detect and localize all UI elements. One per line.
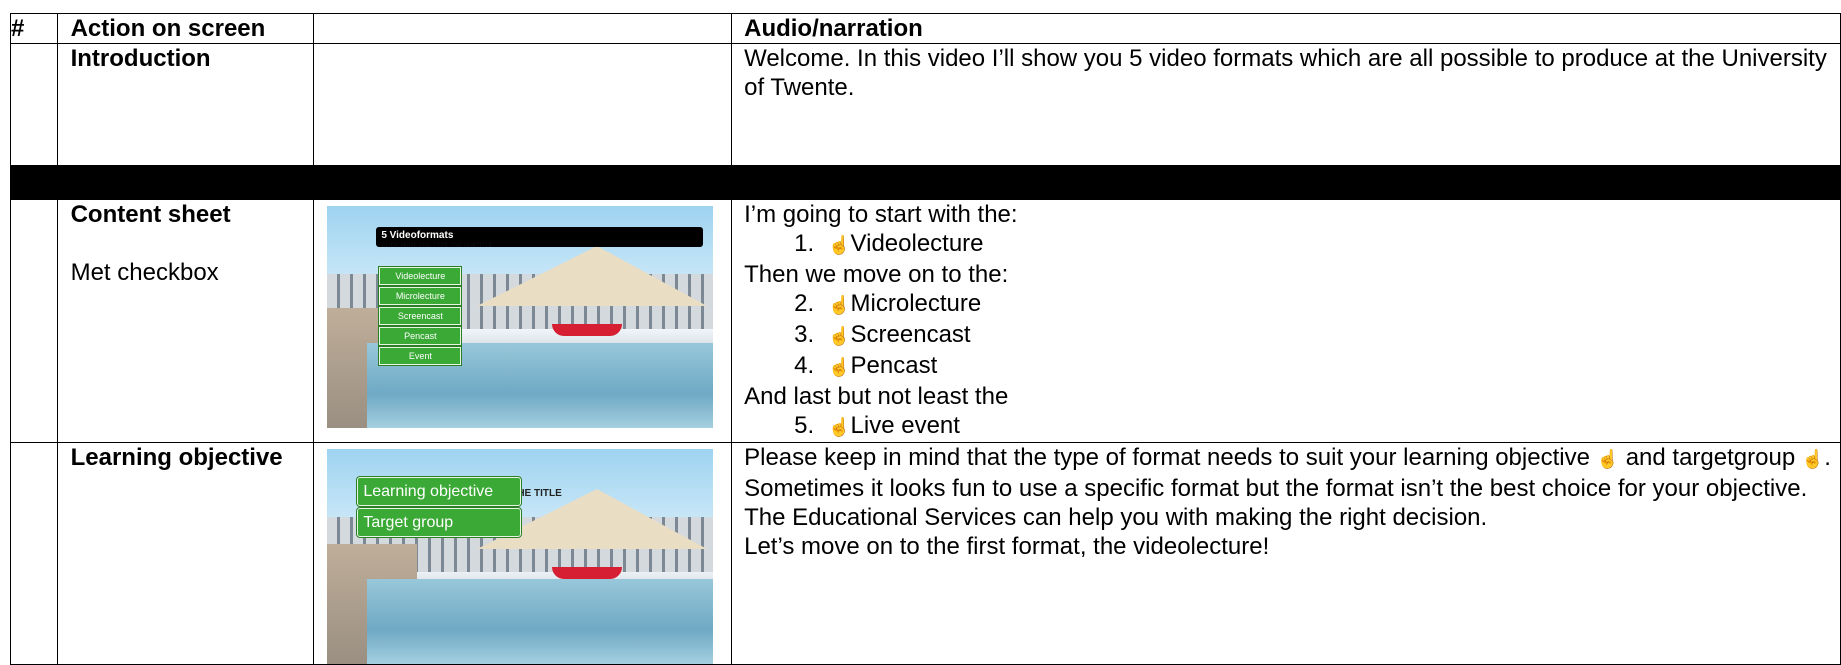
pointer-icon: ☝ <box>1596 449 1620 469</box>
visual-cell: HE TITLE Learning objective Target group <box>313 442 733 665</box>
pointer-icon: ☝ <box>828 326 851 346</box>
pointer-icon: ☝ <box>828 235 851 255</box>
audio-paragraph: Let’s move on to the first format, the v… <box>744 533 1270 560</box>
format-list: 5. ☝Live event <box>744 411 1840 442</box>
list-item: 2. ☝Microlecture <box>794 290 982 317</box>
table-row: Learning objective HE TITLE Learning obj… <box>10 442 1841 665</box>
thumb-button-learning-objective[interactable]: Learning objective <box>357 477 522 506</box>
row-num-cell <box>10 442 58 665</box>
action-title: Content sheet <box>70 201 231 228</box>
row-num-cell <box>10 43 58 166</box>
row-num-cell <box>10 199 58 443</box>
table-row: Introduction Welcome. In this video I’ll… <box>10 43 1841 166</box>
list-item: 4. ☝Pencast <box>794 352 938 379</box>
visual-cell <box>313 43 733 166</box>
audio-cell: I’m going to start with the: 1. ☝Videolec… <box>731 199 1841 443</box>
learning-objective-thumbnail: HE TITLE Learning objective Target group <box>327 449 714 664</box>
audio-paragraph: Please keep in mind that the type of for… <box>744 444 1831 531</box>
pointer-icon: ☝ <box>1801 449 1825 469</box>
thumb-button-target-group[interactable]: Target group <box>357 508 522 537</box>
format-list: 2. ☝Microlecture 3. ☝Screencast 4. ☝Pencast <box>744 289 1840 382</box>
header-empty <box>313 13 733 44</box>
header-num: # <box>10 13 58 44</box>
pointer-icon: ☝ <box>828 295 851 315</box>
audio-cell: Please keep in mind that the type of for… <box>731 442 1841 665</box>
action-cell: Introduction <box>56 43 315 166</box>
list-item: 1. ☝Videolecture <box>794 230 984 257</box>
list-item: 5. ☝Live event <box>794 412 960 439</box>
thumb-button-screencast[interactable]: Screencast <box>379 307 462 325</box>
action-cell: Learning objective <box>56 442 315 665</box>
action-cell: Content sheet Met checkbox <box>56 199 315 443</box>
script-table: # Action on screen Audio/narration Intro… <box>10 13 1841 665</box>
thumb-subtitle: CLICK HERE AND TYPE THE SUBTITLE <box>381 243 493 249</box>
header-row: # Action on screen Audio/narration <box>10 13 1841 44</box>
action-title: Introduction <box>70 45 211 72</box>
separator-row <box>10 165 1841 200</box>
pointer-icon: ☝ <box>828 417 851 437</box>
thumb-button-event[interactable]: Event <box>379 347 462 365</box>
audio-cell: Welcome. In this video I’ll show you 5 v… <box>731 43 1841 166</box>
header-action: Action on screen <box>56 13 315 44</box>
audio-text: Welcome. In this video I’ll show you 5 v… <box>744 45 1827 101</box>
thumb-title-fragment: HE TITLE <box>517 488 562 499</box>
pointer-icon: ☝ <box>828 357 851 377</box>
thumb-button-videolecture[interactable]: Videolecture <box>379 267 462 285</box>
format-list: 1. ☝Videolecture <box>744 229 1840 260</box>
thumb-button-microlecture[interactable]: Microlecture <box>379 287 462 305</box>
list-item: 3. ☝Screencast <box>794 321 971 348</box>
header-audio: Audio/narration <box>731 13 1841 44</box>
audio-line: I’m going to start with the: <box>744 201 1018 228</box>
visual-cell: 5 Videoformats CLICK HERE AND TYPE THE S… <box>313 199 733 443</box>
action-title: Learning objective <box>70 444 283 471</box>
thumb-button-pencast[interactable]: Pencast <box>379 327 462 345</box>
audio-line: And last but not least the <box>744 383 1009 410</box>
content-sheet-thumbnail: 5 Videoformats CLICK HERE AND TYPE THE S… <box>327 206 714 428</box>
action-note: Met checkbox <box>70 259 219 286</box>
table-row: Content sheet Met checkbox 5 Videoformat… <box>10 199 1841 443</box>
thumb-title: 5 Videoformats <box>381 230 454 241</box>
audio-line: Then we move on to the: <box>744 261 1009 288</box>
